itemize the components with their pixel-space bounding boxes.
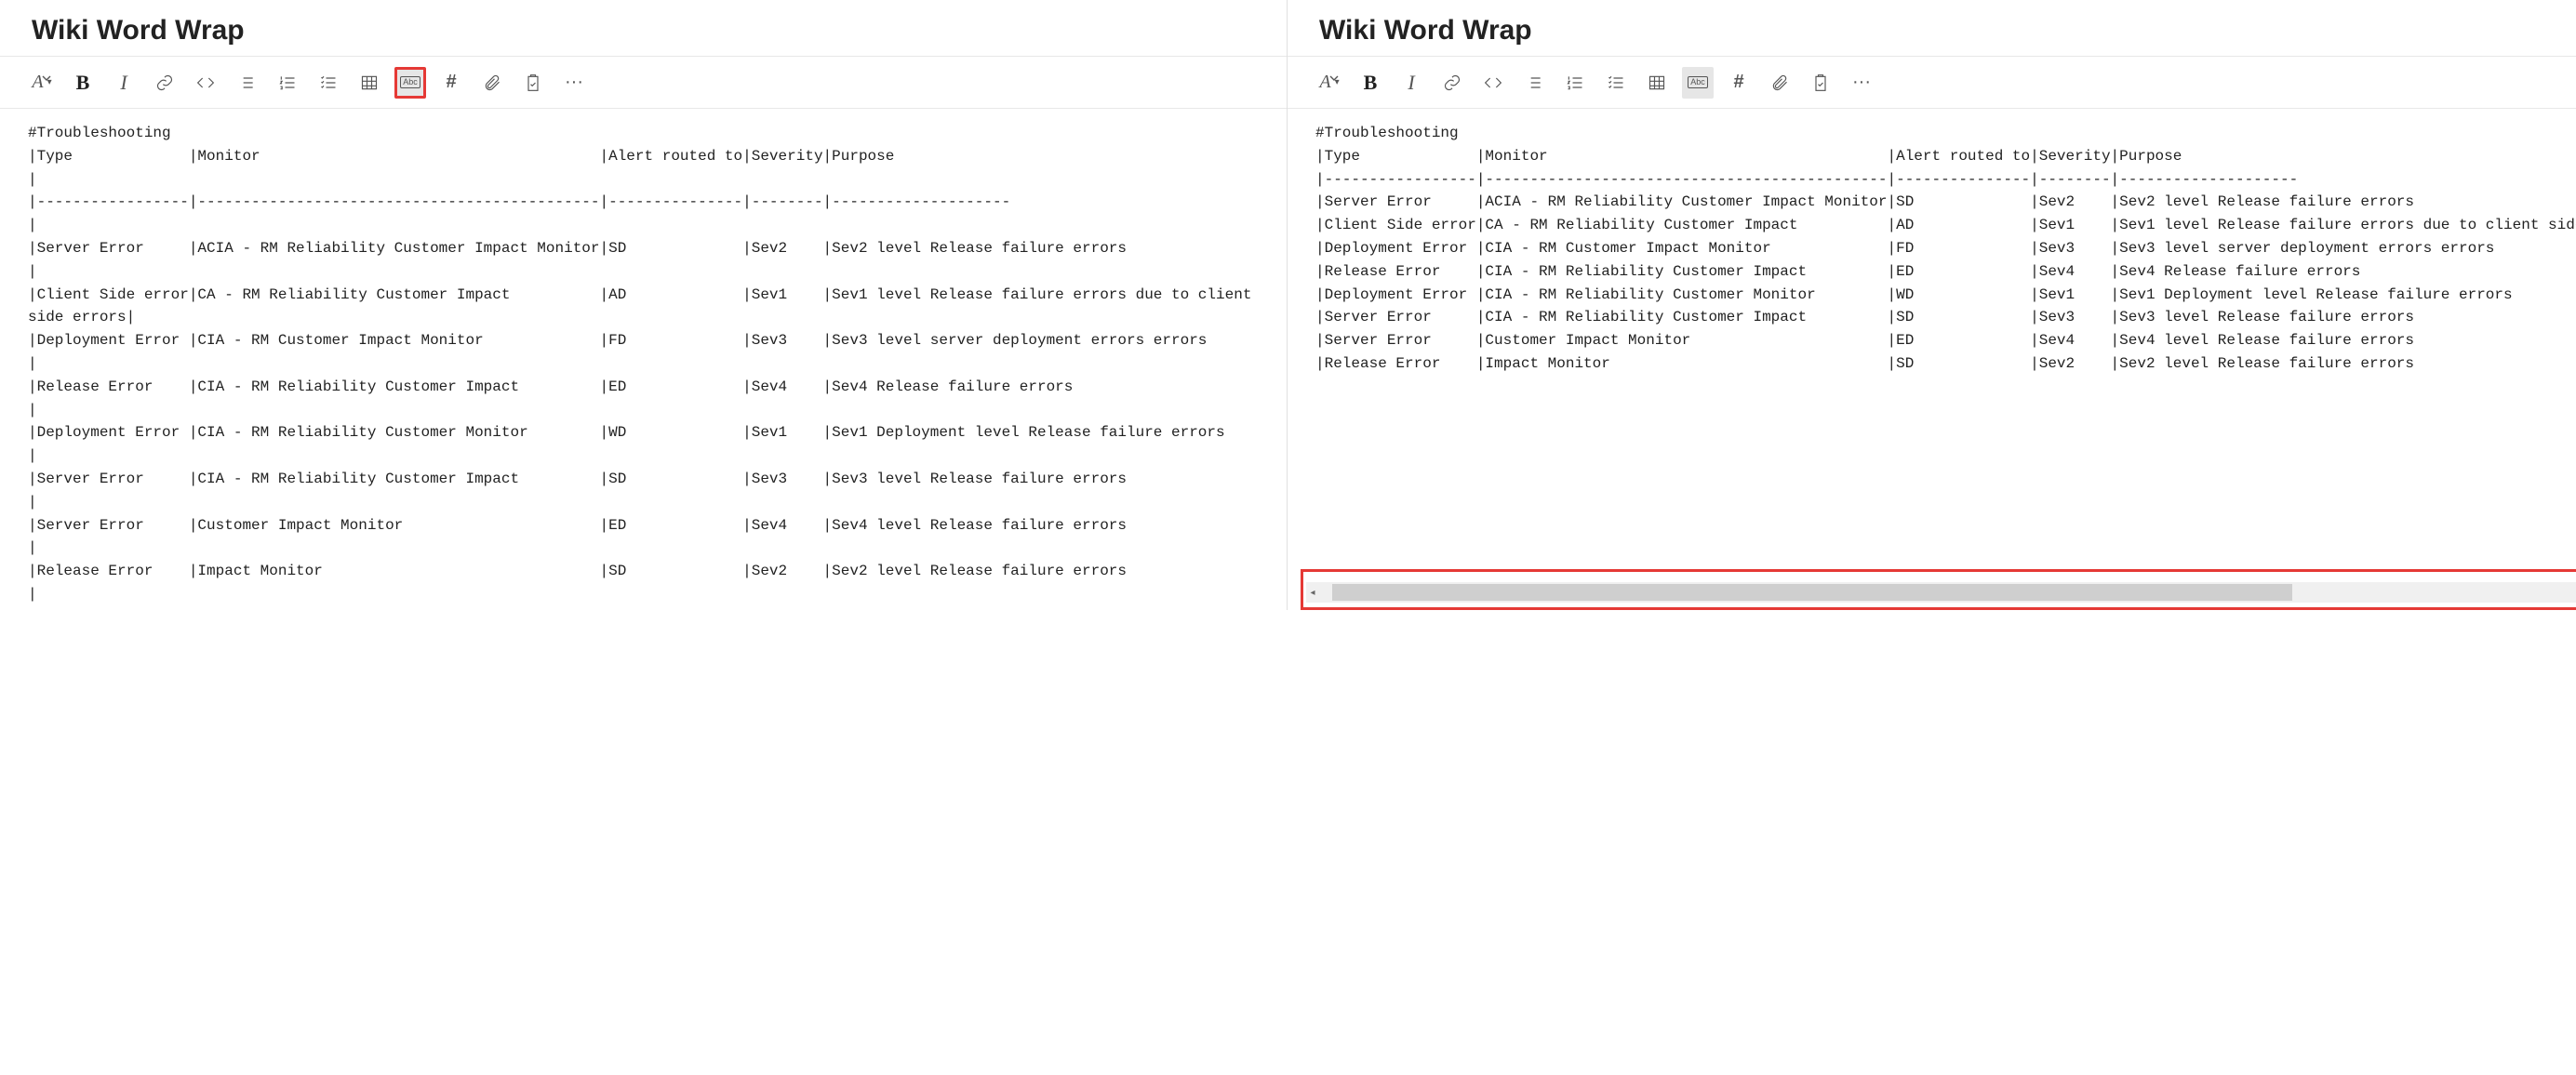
bullet-list-icon: [1525, 73, 1543, 92]
more-button[interactable]: ···: [558, 67, 590, 99]
format-dropdown[interactable]: A ▾: [26, 67, 58, 99]
paperclip-icon: [483, 73, 501, 92]
scroll-left-arrow[interactable]: ◂: [1306, 582, 1319, 603]
title-area: [0, 0, 1287, 57]
word-wrap-button[interactable]: Abc: [1682, 67, 1714, 99]
clipboard-icon: [524, 73, 542, 92]
numbered-list-icon: [278, 73, 297, 92]
link-button[interactable]: [149, 67, 180, 99]
link-icon: [1443, 73, 1462, 92]
checklist-icon: [1607, 73, 1625, 92]
table-icon: [360, 73, 379, 92]
bullet-list-button[interactable]: [1518, 67, 1550, 99]
italic-button[interactable]: I: [108, 67, 140, 99]
paperclip-icon: [1770, 73, 1789, 92]
numbered-list-button[interactable]: [1559, 67, 1591, 99]
link-icon: [155, 73, 174, 92]
toolbar: A ▾ B I Abc #: [1288, 57, 2576, 109]
bold-button[interactable]: B: [67, 67, 99, 99]
mention-hash-button[interactable]: #: [1723, 67, 1755, 99]
italic-button[interactable]: I: [1395, 67, 1427, 99]
code-button[interactable]: [1477, 67, 1509, 99]
bullet-list-icon: [237, 73, 256, 92]
word-wrap-icon: Abc: [400, 76, 420, 88]
checklist-button[interactable]: [313, 67, 344, 99]
editor-content-nowrap[interactable]: #Troubleshooting |Type |Monitor |Alert r…: [1288, 109, 2576, 610]
scroll-track[interactable]: [1319, 582, 2576, 603]
checklist-button[interactable]: [1600, 67, 1632, 99]
numbered-list-icon: [1566, 73, 1584, 92]
editor-content-wrapped[interactable]: #Troubleshooting |Type |Monitor |Alert r…: [0, 109, 1287, 610]
checklist-icon: [319, 73, 338, 92]
mention-hash-button[interactable]: #: [435, 67, 467, 99]
editor-pane-nowrap: A ▾ B I Abc #: [1288, 0, 2576, 610]
horizontal-scrollbar[interactable]: ◂ ▸: [1306, 582, 2576, 603]
page-title-input[interactable]: [28, 9, 1259, 52]
workitem-button[interactable]: [1805, 67, 1836, 99]
link-button[interactable]: [1436, 67, 1468, 99]
editor-pane-wrapped: A ▾ B I Abc #: [0, 0, 1288, 610]
word-wrap-button[interactable]: Abc: [394, 67, 426, 99]
more-button[interactable]: ···: [1846, 67, 1877, 99]
content-text: #Troubleshooting |Type |Monitor |Alert r…: [1315, 122, 2576, 376]
table-button[interactable]: [354, 67, 385, 99]
workitem-button[interactable]: [517, 67, 549, 99]
bullet-list-button[interactable]: [231, 67, 262, 99]
word-wrap-icon: Abc: [1688, 76, 1708, 88]
table-button[interactable]: [1641, 67, 1673, 99]
code-icon: [196, 73, 215, 92]
attachment-button[interactable]: [476, 67, 508, 99]
format-dropdown[interactable]: A ▾: [1314, 67, 1345, 99]
chevron-down-icon: ▾: [1335, 77, 1340, 87]
clipboard-icon: [1811, 73, 1830, 92]
code-button[interactable]: [190, 67, 221, 99]
code-icon: [1484, 73, 1502, 92]
bold-button[interactable]: B: [1355, 67, 1386, 99]
table-icon: [1648, 73, 1666, 92]
numbered-list-button[interactable]: [272, 67, 303, 99]
toolbar: A ▾ B I Abc #: [0, 57, 1287, 109]
page-title-input[interactable]: [1315, 9, 2576, 52]
title-area: [1288, 0, 2576, 57]
attachment-button[interactable]: [1764, 67, 1795, 99]
chevron-down-icon: ▾: [47, 77, 52, 87]
content-text: #Troubleshooting |Type |Monitor |Alert r…: [28, 122, 1259, 606]
scroll-thumb[interactable]: [1332, 584, 2292, 601]
